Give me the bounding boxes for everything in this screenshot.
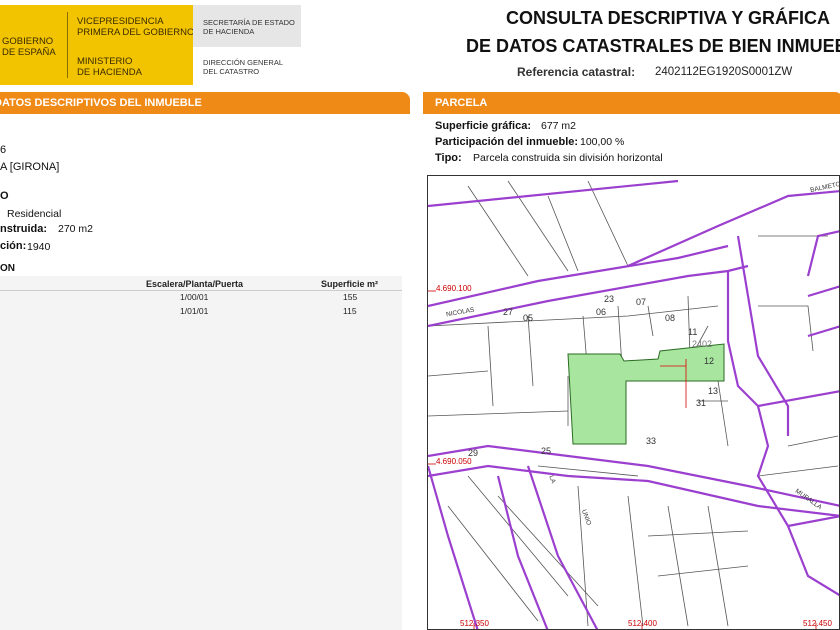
highlighted-parcel[interactable]	[567, 343, 725, 445]
address-fragment: 6	[0, 144, 7, 156]
parcel-number: 13	[708, 386, 719, 396]
uso-value: Residencial	[7, 208, 62, 220]
cadastral-map[interactable]: 4.690.100 4.690.050 512.350 512.400 512.…	[427, 175, 840, 630]
street-block-outlines	[428, 179, 839, 629]
sup-construida-value: 270 m2	[58, 223, 94, 235]
cadastral-map-svg	[428, 179, 839, 629]
parcela-tipo-value: Parcela construida sin división horizont…	[473, 152, 663, 164]
parcela-part-label: Participación del inmueble:	[435, 136, 579, 148]
clase-fragment: O	[0, 190, 9, 202]
page-title-line-1: CONSULTA DESCRIPTIVA Y GRÁFICA	[506, 8, 831, 28]
map-coord-x3: 512.450	[803, 619, 832, 628]
table-header-rule	[0, 290, 402, 291]
parcel-ref-label: 2402	[692, 339, 713, 349]
parcel-number: 23	[604, 294, 615, 304]
ref-value: 2402112EG1920S0001ZW	[655, 66, 793, 78]
parcel-number: 11	[688, 327, 698, 337]
coordinate-ticks	[428, 290, 817, 629]
parcel-number: 07	[636, 297, 647, 307]
year-label: ción:	[0, 240, 27, 252]
parcel-number: 29	[468, 448, 479, 458]
table-row-1-planta: 1/00/01	[180, 292, 209, 302]
parcel-number: 31	[696, 398, 707, 408]
table-row-2-sup: 115	[343, 306, 357, 316]
parcela-title: PARCELA	[435, 97, 488, 109]
vice-line-2: PRIMERA DEL GOBIERNO	[77, 27, 195, 38]
logo-divider	[67, 12, 68, 78]
parcel-number: 25	[541, 446, 552, 456]
table-row-2-planta: 1/01/01	[180, 306, 209, 316]
vice-line-1: VICEPRESIDENCIA	[77, 16, 164, 27]
gov-line-1: GOBIERNO	[2, 36, 54, 47]
parcela-part-value: 100,00 %	[580, 136, 625, 148]
sup-construida-label: nstruida:	[0, 223, 48, 235]
parcela-sup-label: Superficie gráfica:	[435, 120, 531, 132]
ministry-line-2: DE HACIENDA	[77, 67, 142, 78]
parcel-number: 05	[523, 313, 534, 323]
year-value: 1940	[27, 241, 51, 253]
ministry-line-1: MINISTERIO	[77, 56, 133, 67]
map-coord-x1: 512.350	[460, 619, 489, 628]
ref-label: Referencia catastral:	[517, 65, 636, 79]
municipality: A [GIRONA]	[0, 161, 60, 173]
parcela-tipo-label: Tipo:	[435, 152, 462, 164]
table-row-1-sup: 155	[343, 292, 358, 302]
descriptive-data-title: DATOS DESCRIPTIVOS DEL INMUEBLE	[0, 97, 202, 109]
parcel-number: 06	[596, 307, 607, 317]
parcel-number: 12	[704, 356, 715, 366]
map-coord-y1: 4.690.100	[436, 284, 472, 293]
page-title-line-2: DE DATOS CATASTRALES DE BIEN INMUEBLE	[466, 36, 840, 56]
parcel-number: 33	[646, 436, 657, 446]
map-coord-x2: 512.400	[628, 619, 657, 628]
map-coord-y2: 4.690.050	[436, 457, 472, 466]
parcel-number: 08	[665, 313, 676, 323]
secretaria-line-1: SECRETARÍA DE ESTADO	[203, 18, 295, 27]
section-fragment: ON	[0, 263, 15, 274]
direccion-line-1: DIRECCIÓN GENERAL	[203, 58, 284, 67]
secretaria-line-2: DE HACIENDA	[203, 27, 255, 36]
table-header-superficie: Superficie m²	[321, 279, 379, 289]
construction-table	[0, 276, 402, 630]
parcel-number: 27	[503, 307, 514, 317]
descriptive-data-bar: DATOS DESCRIPTIVOS DEL INMUEBLE	[0, 92, 410, 114]
direccion-line-2: DEL CATASTRO	[203, 67, 260, 76]
parcela-sup-value: 677 m2	[541, 120, 577, 132]
gov-line-2: DE ESPAÑA	[2, 47, 56, 58]
table-header-escalera: Escalera/Planta/Puerta	[146, 279, 244, 289]
parcela-bar: PARCELA	[423, 92, 840, 114]
